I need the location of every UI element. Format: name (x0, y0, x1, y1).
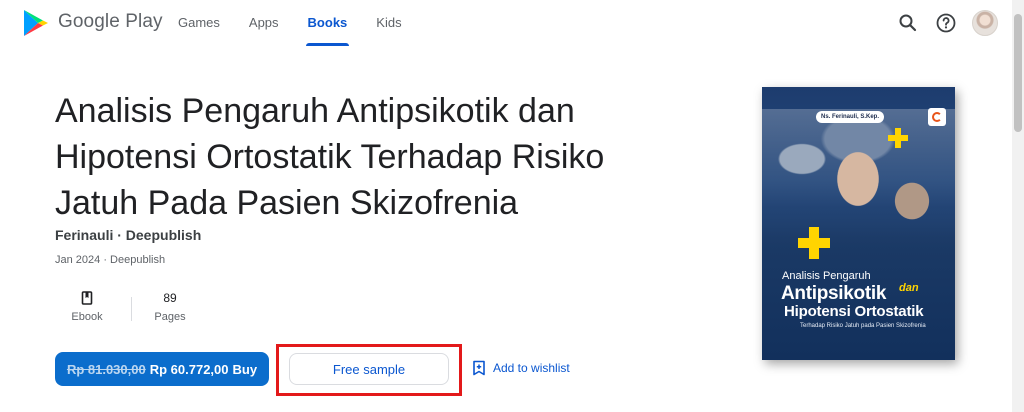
format-stat: Ebook (55, 290, 119, 323)
tab-apps[interactable]: Apps (249, 15, 279, 46)
main-nav: Games Apps Books Kids (178, 15, 431, 46)
author-publisher[interactable]: Ferinauli · Deepublish (55, 227, 201, 243)
plus-icon (798, 227, 830, 259)
cover-title-line1: Analisis Pengaruh (782, 270, 871, 282)
book-title: Analisis Pengaruh Antipsikotik dan Hipot… (55, 92, 605, 222)
publisher-logo-icon (928, 108, 946, 126)
google-play-logo[interactable] (22, 8, 50, 38)
cover-subtitle: Terhadap Risiko Jatuh pada Pasien Skizof… (800, 323, 926, 329)
bookmark-add-icon (473, 360, 485, 376)
pages-stat: 89 Pages (142, 290, 198, 323)
pages-label: Pages (154, 311, 186, 323)
add-to-wishlist-button[interactable]: Add to wishlist (472, 360, 570, 376)
search-icon[interactable] (896, 11, 920, 35)
plus-icon (888, 128, 908, 148)
page-scrollbar[interactable] (1012, 0, 1024, 412)
cover-title-line2: Antipsikotik (781, 283, 887, 304)
cover-title-conjunction: dan (899, 282, 919, 294)
tab-games[interactable]: Games (178, 15, 220, 46)
format-label: Ebook (71, 311, 103, 323)
sale-price: Rp 60.772,00 (149, 361, 229, 377)
stat-divider (131, 297, 132, 321)
cover-photo (762, 109, 955, 249)
avatar[interactable] (972, 10, 998, 36)
publish-date: Jan 2024 · Deepublish (55, 254, 166, 266)
book-icon (81, 291, 93, 305)
free-sample-button[interactable]: Free sample (289, 353, 449, 385)
buy-label: Buy (232, 361, 258, 377)
top-bar: Google Play Games Apps Books Kids (0, 0, 1012, 46)
buy-button[interactable]: Rp 81.030,00 Rp 60.772,00 Buy (55, 352, 269, 386)
cover-title-line3: Hipotensi Ortostatik (784, 303, 924, 320)
book-cover: Ns. Ferinauli, S.Kep. Analisis Pengaruh … (762, 87, 955, 360)
cover-author: Ns. Ferinauli, S.Kep. (816, 111, 885, 123)
brand-name[interactable]: Google Play (58, 11, 163, 33)
scrollbar-thumb[interactable] (1014, 14, 1022, 132)
wishlist-label: Add to wishlist (493, 361, 570, 375)
original-price: Rp 81.030,00 (66, 361, 146, 377)
tab-books[interactable]: Books (305, 15, 350, 46)
help-icon[interactable] (934, 11, 958, 35)
pages-count: 89 (163, 291, 177, 305)
tab-kids[interactable]: Kids (376, 15, 401, 46)
